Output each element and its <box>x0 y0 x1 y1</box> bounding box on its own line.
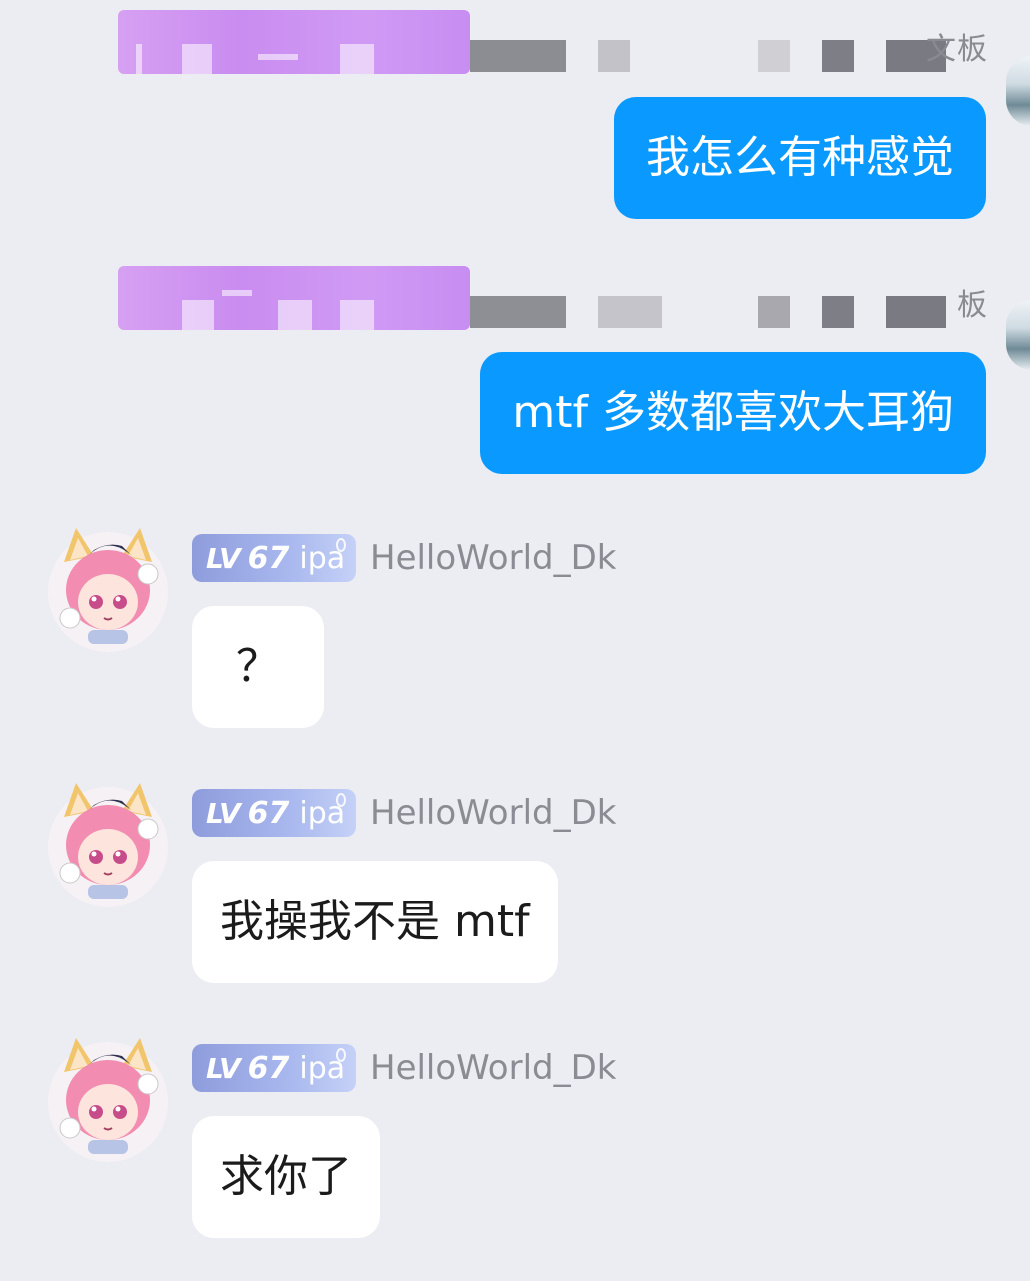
message-bubble-outgoing[interactable]: 我怎么有种感觉 <box>614 97 986 219</box>
username[interactable]: HelloWorld_Dk <box>370 1048 616 1088</box>
avatar[interactable] <box>42 1032 174 1164</box>
sender-header: LV 67 ipa HelloWorld_Dk <box>192 1044 616 1092</box>
avatar[interactable] <box>42 522 174 654</box>
message-bubble-incoming[interactable]: 我操我不是 mtf <box>192 861 558 983</box>
self-sender-header: 文板 <box>118 10 1030 126</box>
anime-girl-avatar-icon <box>48 1038 168 1162</box>
message-bubble-incoming[interactable]: 求你了 <box>192 1116 380 1238</box>
message-bubble-outgoing[interactable]: mtf 多数都喜欢大耳狗 <box>480 352 986 474</box>
username[interactable]: HelloWorld_Dk <box>370 793 616 833</box>
anime-girl-avatar-icon <box>48 528 168 652</box>
chat-message-list[interactable]: 文板 我怎么有种感觉 板 mtf 多数都喜欢大耳狗 LV 67 ipa Hell… <box>0 0 1030 1281</box>
username[interactable]: HelloWorld_Dk <box>370 538 616 578</box>
badge-deco-icon <box>336 538 346 552</box>
sender-header: LV 67 ipa HelloWorld_Dk <box>192 534 616 582</box>
redacted-name-block <box>118 266 470 330</box>
level-prefix: LV <box>206 796 241 830</box>
badge-deco-icon <box>336 793 346 807</box>
sender-tag: 板 <box>957 288 988 323</box>
level-badge[interactable]: LV 67 ipa <box>192 534 356 582</box>
self-sender-header: 板 <box>118 266 1030 370</box>
level-badge[interactable]: LV 67 ipa <box>192 1044 356 1092</box>
level-number: 67 <box>247 540 290 576</box>
level-prefix: LV <box>206 541 241 575</box>
sender-tag: 文板 <box>926 32 988 67</box>
level-number: 67 <box>247 1050 290 1086</box>
avatar[interactable] <box>42 777 174 909</box>
redacted-title-block <box>470 296 950 330</box>
self-avatar[interactable] <box>1006 300 1030 370</box>
badge-deco-icon <box>336 1048 346 1062</box>
redacted-title-block <box>470 40 950 74</box>
level-prefix: LV <box>206 1051 241 1085</box>
self-avatar[interactable] <box>1006 56 1030 126</box>
level-badge[interactable]: LV 67 ipa <box>192 789 356 837</box>
level-number: 67 <box>247 795 290 831</box>
sender-header: LV 67 ipa HelloWorld_Dk <box>192 789 616 837</box>
redacted-name-block <box>118 10 470 74</box>
message-bubble-incoming[interactable]: ？ <box>192 606 324 728</box>
anime-girl-avatar-icon <box>48 783 168 907</box>
